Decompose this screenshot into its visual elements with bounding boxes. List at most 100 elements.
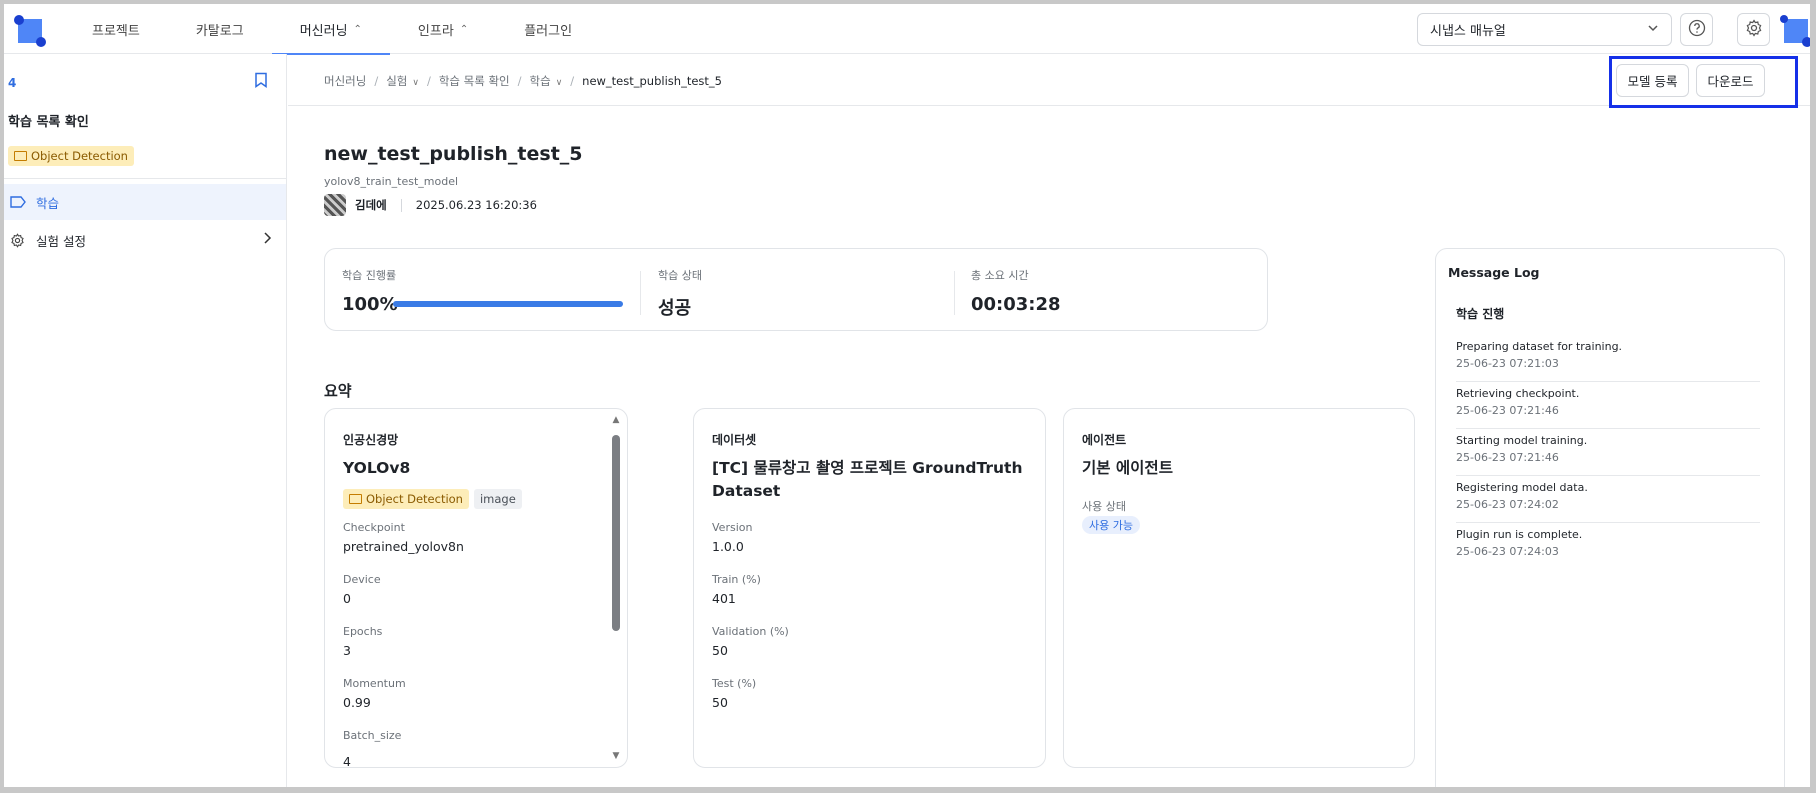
tag-icon [10, 196, 28, 208]
log-entry: Registering model data. 25-06-23 07:24:0… [1456, 476, 1760, 523]
nav-tab-ml[interactable]: 머신러닝 ⌃ [271, 4, 391, 55]
field-value: 1.0.0 [712, 539, 744, 554]
field-value: 50 [712, 695, 728, 710]
breadcrumb-item-experiment[interactable]: 실험 ∨ [386, 73, 419, 89]
field-label: Validation (%) [712, 625, 789, 638]
field-label: Train (%) [712, 573, 761, 586]
network-card: 인공신경망 YOLOv8 Object Detection image Chec… [324, 408, 628, 768]
nav-tab-infra[interactable]: 인프라 ⌃ [390, 4, 496, 54]
main-content: 머신러닝 / 실험 ∨ / 학습 목록 확인 / 학습 ∨ / new_test_p… [288, 54, 1810, 787]
message-log-panel: Message Log 학습 진행 Preparing dataset for … [1435, 248, 1785, 787]
field-value: 3 [343, 643, 351, 658]
nav-tabs: 프로젝트 카탈로그 머신러닝 ⌃ 인프라 ⌃ 플러그인 [64, 4, 600, 55]
chevron-down-icon: ∨ [555, 78, 563, 88]
log-entry: Retrieving checkpoint. 25-06-23 07:21:46 [1456, 382, 1760, 429]
field-label: Epochs [343, 625, 383, 638]
task-badge: Object Detection [343, 489, 469, 509]
help-button[interactable] [1680, 13, 1713, 46]
field-value: 4 [343, 754, 351, 768]
image-icon [349, 494, 362, 504]
field-value: pretrained_yolov8n [343, 539, 464, 554]
nav-tab-plugins[interactable]: 플러그인 [496, 4, 600, 54]
field-label: Device [343, 573, 381, 586]
breadcrumb-item-ml[interactable]: 머신러닝 [324, 73, 366, 89]
type-badge: image [473, 489, 522, 509]
settings-button[interactable] [1737, 13, 1770, 46]
field-label: Batch_size [343, 729, 402, 742]
updown-chevron-icon: ⌃ [459, 23, 469, 35]
register-model-button[interactable]: 모델 등록 [1616, 64, 1689, 97]
task-badge: Object Detection [8, 146, 134, 166]
breadcrumb-current: new_test_publish_test_5 [582, 74, 722, 88]
agent-card: 에이전트 기본 에이전트 사용 상태 사용 가능 [1063, 408, 1415, 768]
page-subtitle: yolov8_train_test_model [324, 175, 459, 188]
dataset-name-line2: Dataset [712, 482, 781, 500]
field-value: 50 [712, 643, 728, 658]
field-value: 0.99 [343, 695, 371, 710]
progress-fill [393, 301, 623, 307]
field-value: 0 [343, 591, 351, 606]
manual-select[interactable]: 시냅스 매뉴얼 [1417, 13, 1672, 46]
log-entry: Plugin run is complete. 25-06-23 07:24:0… [1456, 528, 1583, 558]
gear-icon [10, 232, 28, 248]
field-label: Checkpoint [343, 521, 405, 534]
progress-label: 학습 진행률 [342, 269, 397, 282]
chevron-down-icon: ∨ [412, 78, 419, 88]
time-label: 총 소요 시간 [971, 269, 1029, 282]
nav-tab-catalog[interactable]: 카탈로그 [168, 4, 272, 54]
image-icon [14, 151, 27, 161]
app-window: 프로젝트 카탈로그 머신러닝 ⌃ 인프라 ⌃ 플러그인 시냅스 매뉴얼 4 학습… [4, 4, 1810, 787]
sidebar-title: 학습 목록 확인 [8, 115, 89, 130]
app-logo[interactable] [14, 15, 46, 47]
sidebar-item-training[interactable]: 학습 [4, 184, 286, 220]
log-section-title: 학습 진행 [1456, 307, 1505, 321]
agent-card-title: 에이전트 [1082, 433, 1127, 447]
network-badges: Object Detection image [343, 489, 522, 509]
scroll-up-icon[interactable]: ▲ [611, 415, 621, 425]
sidebar-item-experiment-settings[interactable]: 실험 설정 [4, 222, 286, 258]
status-value: 성공 [658, 298, 692, 319]
field-label: Version [712, 521, 753, 534]
stats-card: 학습 진행률 100% 학습 상태 성공 총 소요 시간 00:03:28 [324, 248, 1268, 331]
breadcrumb-bar: 머신러닝 / 실험 ∨ / 학습 목록 확인 / 학습 ∨ / new_test_p… [288, 54, 1810, 108]
author-avatar [324, 194, 346, 216]
page-meta: 김데에 2025.06.23 16:20:36 [324, 194, 537, 216]
scrollbar[interactable]: ▲ ▼ [611, 415, 621, 763]
bookmark-icon[interactable] [254, 72, 268, 92]
network-name: YOLOv8 [343, 459, 411, 477]
time-value: 00:03:28 [971, 294, 1061, 315]
log-entry: Starting model training. 25-06-23 07:21:… [1456, 429, 1760, 476]
breadcrumb-item-training[interactable]: 학습 ∨ [530, 73, 563, 89]
breadcrumb-item-list[interactable]: 학습 목록 확인 [439, 73, 510, 89]
chevron-right-icon [262, 231, 272, 249]
field-value: 401 [712, 591, 736, 606]
created-date: 2025.06.23 16:20:36 [415, 198, 537, 212]
status-badge: 사용 가능 [1082, 516, 1140, 534]
dataset-card-title: 데이터셋 [712, 433, 757, 447]
user-avatar[interactable] [1780, 15, 1810, 47]
field-label: Momentum [343, 677, 406, 690]
nav-tab-projects[interactable]: 프로젝트 [64, 4, 168, 54]
scroll-thumb[interactable] [612, 435, 620, 631]
dataset-name-line1: [TC] 물류창고 촬영 프로젝트 GroundTruth [712, 459, 1023, 477]
message-log-title: Message Log [1448, 265, 1540, 280]
sidebar: 4 학습 목록 확인 Object Detection 학습 실험 설정 [4, 54, 287, 787]
field-label: Test (%) [712, 677, 757, 690]
dataset-card: 데이터셋 [TC] 물류창고 촬영 프로젝트 GroundTruth Datas… [693, 408, 1046, 768]
breadcrumb: 머신러닝 / 실험 ∨ / 학습 목록 확인 / 학습 ∨ / new_test_p… [324, 73, 722, 89]
sidebar-number: 4 [8, 76, 17, 90]
top-nav: 프로젝트 카탈로그 머신러닝 ⌃ 인프라 ⌃ 플러그인 시냅스 매뉴얼 [4, 4, 1810, 55]
gear-icon [1745, 18, 1763, 41]
download-button[interactable]: 다운로드 [1696, 64, 1765, 97]
chevron-down-icon [1647, 22, 1659, 37]
author-name: 김데에 [355, 198, 387, 212]
status-label: 학습 상태 [658, 269, 702, 282]
updown-chevron-icon: ⌃ [353, 23, 362, 35]
progress-value: 100% [342, 294, 398, 315]
scroll-down-icon[interactable]: ▼ [611, 751, 621, 761]
network-card-title: 인공신경망 [343, 433, 399, 447]
page-title: new_test_publish_test_5 [324, 143, 583, 165]
log-entry: Preparing dataset for training. 25-06-23… [1456, 335, 1760, 382]
divider [4, 178, 287, 179]
summary-title: 요약 [324, 382, 352, 400]
